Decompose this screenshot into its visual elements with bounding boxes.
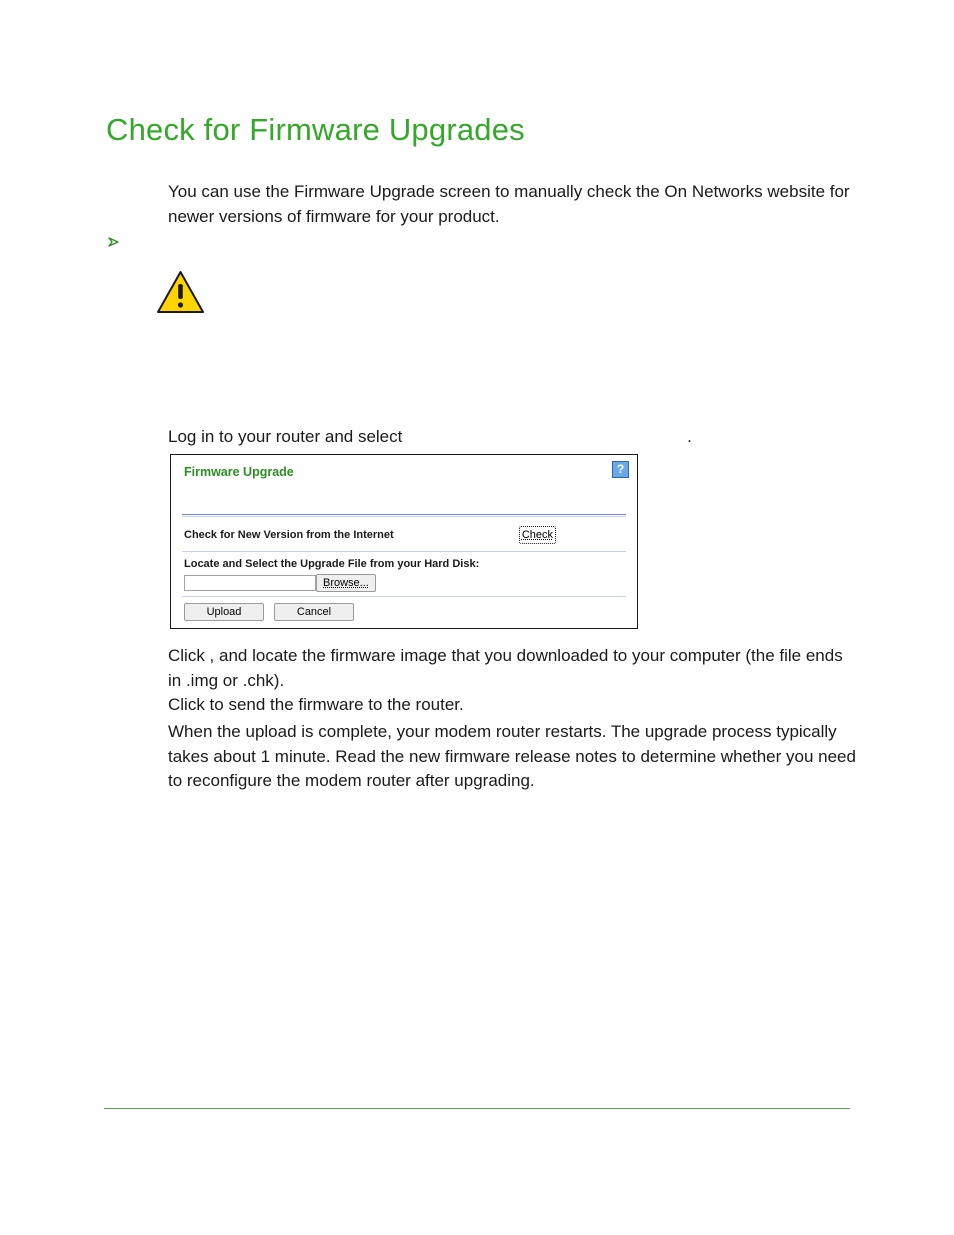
divider <box>182 551 626 552</box>
footer-rule <box>104 1108 850 1109</box>
browse-button[interactable]: Browse... <box>316 574 376 592</box>
intro-text: You can use the Firmware Upgrade screen … <box>168 180 858 229</box>
locate-label: Locate and Select the Upgrade File from … <box>184 558 479 570</box>
check-label: Check for New Version from the Internet <box>184 529 394 541</box>
upgrade-file-input[interactable] <box>184 575 316 591</box>
step-2-text: Click , and locate the firmware image th… <box>168 644 858 693</box>
divider <box>182 514 626 517</box>
check-button[interactable]: Check <box>519 526 556 544</box>
divider <box>182 596 626 597</box>
step-1-pre: Log in to your router and select <box>168 427 407 446</box>
upload-button[interactable]: Upload <box>184 603 264 621</box>
help-icon[interactable]: ? <box>612 461 629 478</box>
panel-title: Firmware Upgrade <box>184 465 294 479</box>
page-title: Check for Firmware Upgrades <box>106 112 525 148</box>
file-row: Browse... <box>184 574 376 592</box>
warning-icon <box>155 270 206 321</box>
actions-row: Upload Cancel <box>184 603 354 621</box>
step-1-text: Log in to your router and select . <box>168 427 858 447</box>
firmware-upgrade-panel: Firmware Upgrade ? Check for New Version… <box>170 454 638 629</box>
cancel-button[interactable]: Cancel <box>274 603 354 621</box>
panel-header: Firmware Upgrade ? <box>171 455 637 495</box>
procedure-arrow-icon <box>108 235 122 254</box>
footnote-text: When the upload is complete, your modem … <box>168 720 858 794</box>
check-row: Check for New Version from the Internet … <box>182 526 626 544</box>
step-3-text: Click to send the firmware to the router… <box>168 693 858 718</box>
